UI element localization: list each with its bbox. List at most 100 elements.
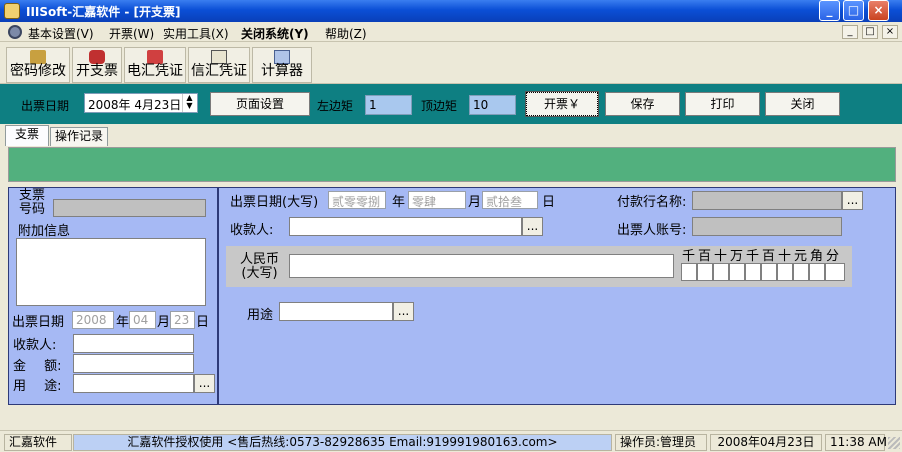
menu-basic-settings[interactable]: 基本设置(V) — [28, 25, 94, 42]
stub-purpose-label-part1: 用 — [13, 379, 27, 394]
day-uppercase-field[interactable]: 贰拾叁 — [482, 191, 538, 209]
calculator-label: 计算器 — [261, 63, 303, 79]
digit-position-header: 千百十万千百十元角分 — [682, 249, 843, 264]
minimize-button[interactable]: _ — [819, 0, 840, 21]
close-button[interactable]: 关闭 — [765, 92, 840, 116]
stub-year-suffix: 年 — [116, 315, 130, 330]
digit-cell[interactable] — [777, 263, 793, 281]
month-uppercase-field[interactable]: 零肆 — [408, 191, 466, 209]
month-uppercase-suffix: 月 — [468, 195, 482, 210]
rmb-label-line2: (大写) — [241, 266, 278, 281]
mdi-minimize-button[interactable]: _ — [842, 25, 858, 39]
stub-amount-input[interactable] — [73, 354, 194, 373]
menu-bar: 基本设置(V) 开票(W) 实用工具(X) 关闭系统(Y) 帮助(Z) _ □ … — [0, 22, 902, 42]
digit-cell[interactable] — [681, 263, 697, 281]
status-date: 2008年04月23日 — [710, 434, 822, 451]
stub-day-field[interactable]: 23 — [170, 311, 195, 329]
year-uppercase-field[interactable]: 贰零零捌 — [328, 191, 386, 209]
mdi-close-button[interactable]: × — [882, 25, 898, 39]
cheque-number-field[interactable] — [53, 199, 206, 217]
control-bar: 出票日期 2008年 4月23日 ▲ ▼ 页面设置 左边矩 1 顶边矩 10 开票… — [0, 84, 902, 124]
stub-purpose-input[interactable] — [73, 374, 194, 393]
stub-month-field[interactable]: 04 — [129, 311, 156, 329]
status-bar: 汇嘉软件 汇嘉软件授权使用 <售后热线:0573-82928635 Email:… — [0, 430, 902, 452]
stub-year-field[interactable]: 2008 — [72, 311, 114, 329]
stub-day-suffix: 日 — [196, 315, 210, 330]
digit-cell[interactable] — [809, 263, 825, 281]
maximize-button[interactable]: □ — [843, 0, 864, 21]
rmb-label-line1: 人民币 — [240, 252, 280, 267]
wire-voucher-label: 电汇凭证 — [127, 63, 183, 79]
menu-close-system[interactable]: 关闭系统(Y) — [241, 25, 309, 42]
issue-cheque-button[interactable]: 开支票 — [72, 47, 122, 83]
payer-bank-label: 付款行名称: — [617, 195, 687, 210]
issue-date-value: 2008年 4月23日 — [88, 98, 182, 112]
cheque-number-label-line2: 号码 — [19, 202, 46, 217]
digit-cell[interactable] — [729, 263, 745, 281]
digit-cell[interactable] — [713, 263, 729, 281]
stub-purpose-label: 用 途: — [13, 375, 62, 394]
payer-bank-field[interactable] — [692, 191, 842, 210]
stub-amount-label-part2: 额: — [44, 359, 62, 374]
day-uppercase-suffix: 日 — [542, 195, 556, 210]
cheque-number-label: 支票 号码 — [19, 189, 45, 217]
close-window-button[interactable]: × — [868, 0, 889, 21]
page-setup-button[interactable]: 页面设置 — [210, 92, 310, 116]
year-uppercase-suffix: 年 — [392, 195, 406, 210]
purpose-label: 用途 — [247, 308, 274, 323]
stub-purpose-browse-button[interactable]: ... — [194, 374, 215, 393]
cheque-number-label-line1: 支票 — [19, 188, 46, 203]
status-time: 11:38 AM — [825, 434, 887, 451]
stub-payee-input[interactable] — [73, 334, 194, 353]
app-icon — [4, 3, 20, 19]
stub-amount-label: 金 额: — [13, 355, 62, 374]
stub-purpose-label-part2: 途: — [44, 379, 62, 394]
payee-browse-button[interactable]: ... — [522, 217, 543, 236]
window-title: IIISoft-汇嘉软件 - [开支票] — [26, 5, 181, 19]
issue-button[interactable]: 开票￥ — [525, 91, 599, 117]
purpose-browse-button[interactable]: ... — [393, 302, 414, 321]
menu-help[interactable]: 帮助(Z) — [325, 25, 367, 42]
change-password-button[interactable]: 密码修改 — [6, 47, 70, 83]
stub-month-suffix: 月 — [157, 315, 171, 330]
date-uppercase-label: 出票日期(大写) — [230, 195, 319, 210]
status-license: 汇嘉软件授权使用 <售后热线:0573-82928635 Email:91999… — [73, 434, 612, 451]
tab-operation-log[interactable]: 操作记录 — [50, 127, 108, 146]
digit-cell[interactable] — [825, 263, 845, 281]
purpose-input[interactable] — [279, 302, 393, 321]
top-margin-input[interactable]: 10 — [469, 95, 516, 115]
menu-issue[interactable]: 开票(W) — [109, 25, 154, 42]
extra-info-textarea[interactable] — [16, 238, 206, 306]
payee-label: 收款人: — [230, 223, 274, 238]
rmb-uppercase-input[interactable] — [289, 254, 674, 278]
digit-cell[interactable] — [745, 263, 761, 281]
payee-input[interactable] — [289, 217, 522, 236]
print-button[interactable]: 打印 — [685, 92, 760, 116]
calculator-button[interactable]: 计算器 — [252, 47, 312, 83]
extra-info-label: 附加信息 — [18, 224, 71, 239]
gear-icon — [8, 25, 22, 39]
rmb-label: 人民币 (大写) — [240, 253, 279, 281]
digit-cell[interactable] — [697, 263, 713, 281]
mail-voucher-button[interactable]: 信汇凭证 — [188, 47, 250, 83]
resize-grip-icon[interactable] — [888, 437, 900, 449]
mdi-restore-button[interactable]: □ — [862, 25, 878, 39]
wire-voucher-button[interactable]: 电汇凭证 — [124, 47, 186, 83]
date-spinner-icon[interactable]: ▲ ▼ — [182, 94, 196, 112]
payer-bank-browse-button[interactable]: ... — [842, 191, 863, 210]
stub-date-label: 出票日期 — [12, 315, 65, 330]
issue-date-picker[interactable]: 2008年 4月23日 — [84, 93, 198, 113]
digit-cell[interactable] — [793, 263, 809, 281]
stub-amount-label-part1: 金 — [13, 359, 27, 374]
header-band — [8, 147, 896, 182]
toolbar: 密码修改 开支票 电汇凭证 信汇凭证 计算器 — [0, 42, 902, 84]
menu-utilities[interactable]: 实用工具(X) — [163, 25, 229, 42]
save-button[interactable]: 保存 — [605, 92, 680, 116]
drawer-account-label: 出票人账号: — [617, 223, 687, 238]
drawer-account-field[interactable] — [692, 217, 842, 236]
top-margin-value: 10 — [473, 98, 489, 112]
digit-cell[interactable] — [761, 263, 777, 281]
left-margin-label: 左边矩 — [317, 99, 354, 113]
tab-cheque[interactable]: 支票 — [5, 125, 49, 146]
left-margin-input[interactable]: 1 — [365, 95, 412, 115]
